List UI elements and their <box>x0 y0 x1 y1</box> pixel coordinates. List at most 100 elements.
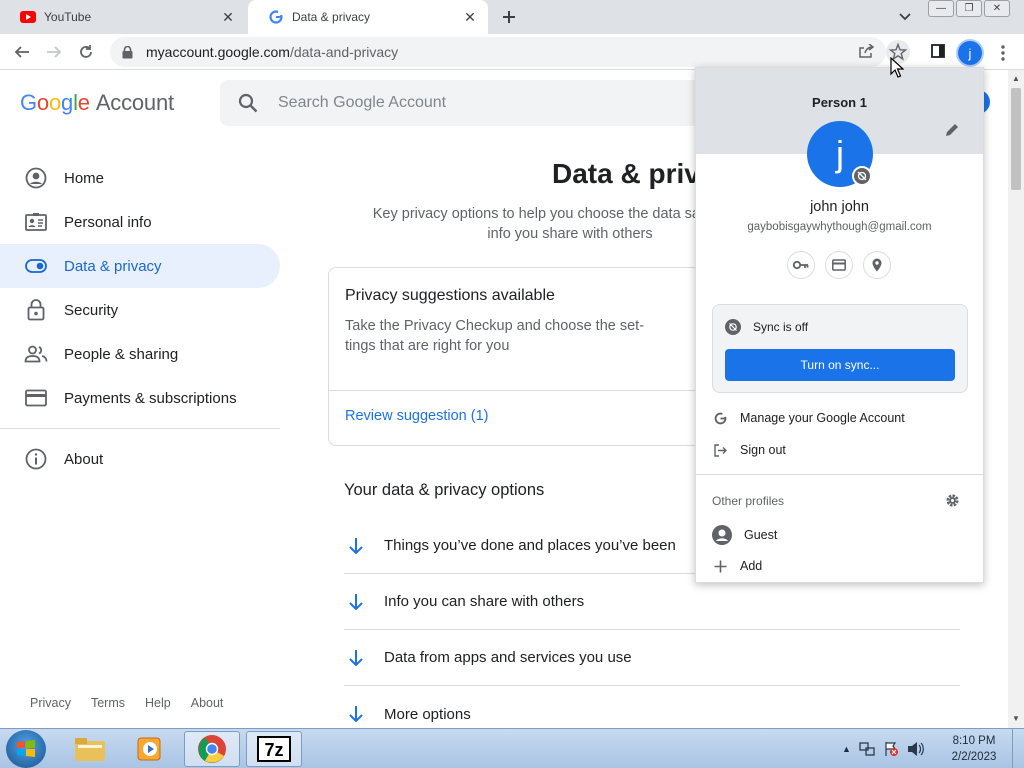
close-icon[interactable]: ✕ <box>460 7 480 27</box>
add-profile-item[interactable]: Add <box>712 558 762 574</box>
manage-google-account-item[interactable]: Manage your Google Account <box>712 410 905 426</box>
nav-item-home[interactable]: Home <box>0 156 280 200</box>
search-input[interactable]: Search Google Account <box>278 94 446 112</box>
chevron-down-icon <box>899 13 911 21</box>
account-circle-icon <box>712 525 732 545</box>
clock-date: 2/2/2023 <box>951 751 997 763</box>
show-desktop-button[interactable] <box>1012 729 1024 768</box>
sync-off-badge-icon <box>852 166 872 186</box>
card-title: Privacy suggestions available <box>345 287 555 304</box>
volume-icon[interactable] <box>907 741 925 757</box>
share-icon[interactable] <box>856 41 876 61</box>
sync-status-text: Sync is off <box>753 320 809 334</box>
people-icon <box>24 342 48 366</box>
user-email: gaybobisgaywhythough@gmail.com <box>747 221 932 233</box>
nav-label: Security <box>64 301 119 319</box>
start-button[interactable] <box>6 730 46 768</box>
7zip-icon[interactable]: 7z <box>246 731 302 767</box>
close-window-button[interactable]: ✕ <box>984 0 1010 17</box>
profile-avatar-button[interactable]: j <box>958 41 982 65</box>
footer-link-about[interactable]: About <box>191 696 224 710</box>
restore-button[interactable]: ❐ <box>956 0 982 17</box>
nav-item-about[interactable]: About <box>0 437 280 481</box>
windows-explorer-icon[interactable] <box>62 731 118 767</box>
tab-youtube[interactable]: YouTube ✕ <box>0 0 246 34</box>
lock-icon <box>24 298 48 322</box>
search-icon <box>238 93 258 113</box>
option-label: Things you’ve done and places you’ve bee… <box>384 537 676 554</box>
credit-card-icon <box>24 386 48 410</box>
page-scrollbar[interactable]: ▲ ▼ <box>1008 70 1024 728</box>
lock-icon[interactable] <box>122 45 136 59</box>
network-icon[interactable] <box>859 741 875 757</box>
tab-strip: YouTube ✕ Data & privacy ✕ — ❐ ✕ <box>0 0 1024 34</box>
arrow-down-icon <box>344 702 368 726</box>
close-icon[interactable]: ✕ <box>218 7 238 27</box>
nav-item-payments[interactable]: Payments & subscriptions <box>0 376 280 420</box>
option-label: Data from apps and services you use <box>384 649 632 666</box>
windows-logo-icon <box>17 740 35 757</box>
tab-title: YouTube <box>44 10 92 24</box>
turn-on-sync-button[interactable]: Turn on sync... <box>725 349 955 381</box>
footer-link-privacy[interactable]: Privacy <box>30 696 71 710</box>
payment-card-icon[interactable] <box>825 251 853 279</box>
nav-label: Data & privacy <box>64 257 162 275</box>
new-tab-button[interactable] <box>498 6 520 28</box>
taskbar-clock[interactable]: 8:10 PM 2/2/2023 <box>942 733 1006 765</box>
list-item[interactable]: Data from apps and services you use <box>344 630 960 686</box>
reload-button[interactable] <box>74 40 98 64</box>
minimize-button[interactable]: — <box>928 0 954 17</box>
scroll-up-arrow-icon[interactable]: ▲ <box>1012 74 1020 83</box>
plus-icon <box>503 11 515 23</box>
mouse-cursor-icon <box>890 57 904 78</box>
nav-divider <box>0 428 280 429</box>
guest-profile-item[interactable]: Guest <box>712 525 777 545</box>
other-profiles-heading: Other profiles <box>712 494 785 508</box>
location-pin-icon[interactable] <box>863 251 891 279</box>
account-circle-icon <box>24 166 48 190</box>
review-suggestion-link[interactable]: Review suggestion (1) <box>345 408 488 424</box>
nav-item-security[interactable]: Security <box>0 288 280 332</box>
passwords-key-icon[interactable] <box>787 251 815 279</box>
arrow-right-icon <box>47 46 62 58</box>
url-host: myaccount.google.com <box>146 44 290 60</box>
card-body: Take the Privacy Checkup and choose the … <box>345 316 665 356</box>
card-body-line: tings that are right for you <box>345 338 510 354</box>
forward-button[interactable] <box>42 40 66 64</box>
privacy-suggestions-card: Privacy suggestions available Take the P… <box>328 267 728 446</box>
chrome-icon[interactable] <box>184 731 240 767</box>
back-button[interactable] <box>10 40 34 64</box>
account-search-bar[interactable]: Search Google Account <box>220 80 740 126</box>
tray-expand-icon[interactable]: ▲ <box>842 744 851 754</box>
menu-divider <box>696 474 983 475</box>
tab-search-button[interactable] <box>896 8 914 26</box>
url-path: /data-and-privacy <box>289 44 399 60</box>
nav-item-people-sharing[interactable]: People & sharing <box>0 332 280 376</box>
edit-pencil-icon[interactable] <box>944 122 962 140</box>
gear-icon[interactable] <box>945 493 961 509</box>
footer-links: Privacy Terms Help About <box>30 696 223 710</box>
nav-item-data-privacy[interactable]: Data & privacy <box>0 244 280 288</box>
scrollbar-thumb[interactable] <box>1011 88 1021 190</box>
scroll-down-arrow-icon[interactable]: ▼ <box>1012 714 1020 723</box>
google-wordmark: Google <box>20 90 90 115</box>
tab-data-privacy[interactable]: Data & privacy ✕ <box>248 0 488 34</box>
browser-toolbar: myaccount.google.com/data-and-privacy <box>0 34 1024 70</box>
page-description: Key privacy options to help you choose t… <box>340 204 740 244</box>
footer-link-terms[interactable]: Terms <box>91 696 125 710</box>
google-account-logo[interactable]: Google Account <box>20 90 174 116</box>
page-description-line: Key privacy options to help you choose t… <box>372 206 708 222</box>
address-bar[interactable]: myaccount.google.com/data-and-privacy <box>110 37 886 67</box>
nav-label: About <box>64 450 104 468</box>
footer-link-help[interactable]: Help <box>145 696 171 710</box>
nav-item-personal-info[interactable]: Personal info <box>0 200 280 244</box>
list-item[interactable]: More options <box>344 686 960 728</box>
user-name: john john <box>810 199 869 215</box>
media-player-icon[interactable] <box>122 731 178 767</box>
side-panel-icon[interactable] <box>928 41 948 61</box>
sign-out-item[interactable]: Sign out <box>712 442 786 458</box>
kebab-menu-icon[interactable] <box>994 44 1012 62</box>
action-center-flag-icon[interactable] <box>883 741 899 757</box>
nav-label: Personal info <box>64 213 152 231</box>
reload-icon <box>80 45 92 58</box>
